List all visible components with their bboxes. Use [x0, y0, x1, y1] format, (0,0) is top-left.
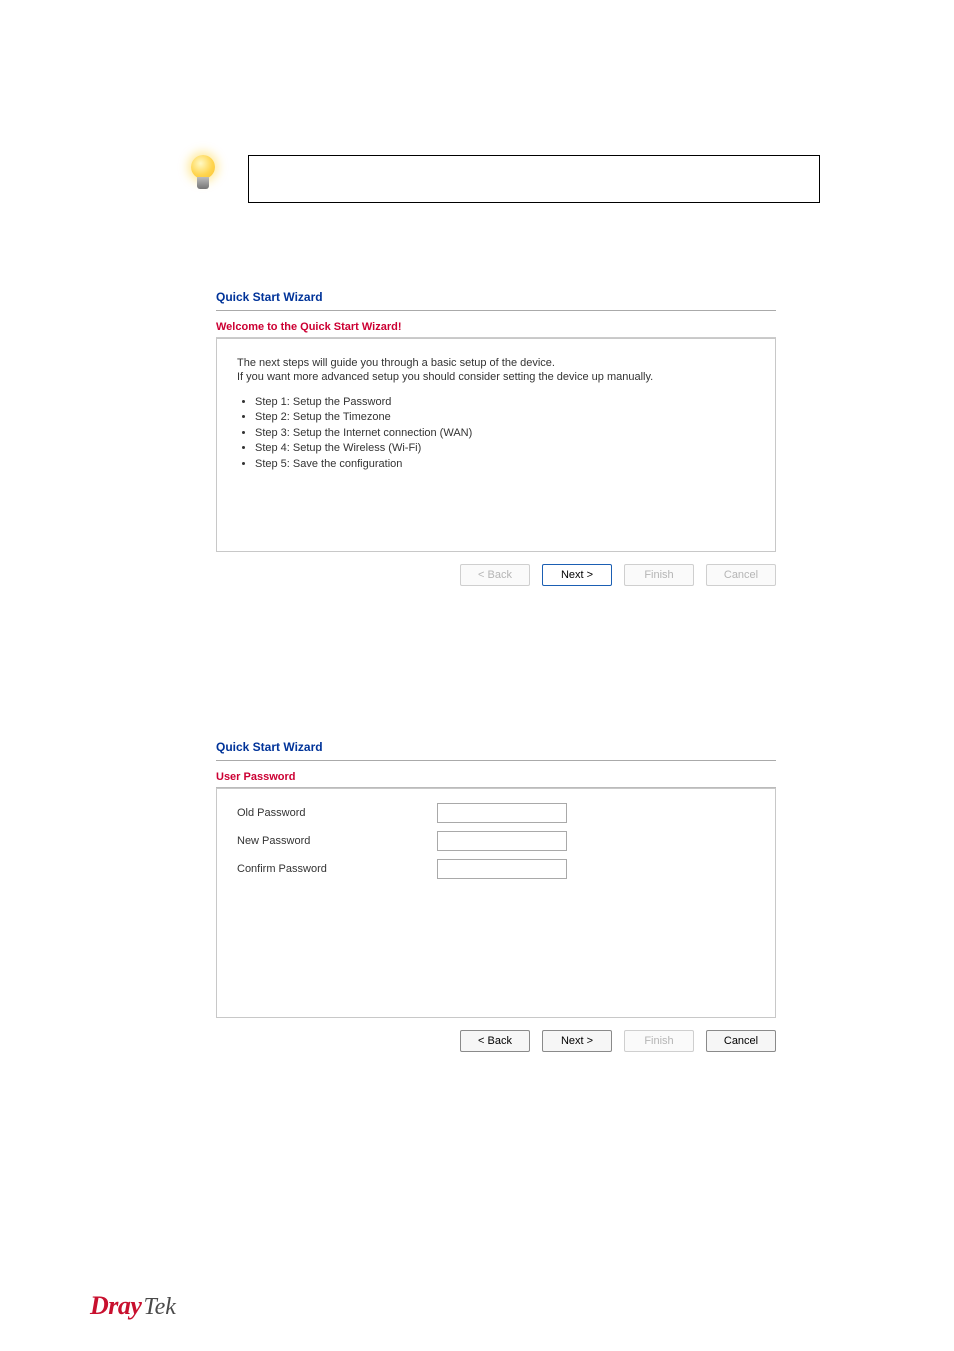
steps-list: Step 1: Setup the Password Step 2: Setup… [237, 395, 755, 472]
button-row: < Back Next > Finish Cancel [216, 1030, 776, 1052]
content-box: The next steps will guide you through a … [216, 338, 776, 552]
old-password-label: Old Password [237, 807, 437, 819]
step-item: Step 4: Setup the Wireless (Wi-Fi) [255, 441, 755, 456]
step-item: Step 3: Setup the Internet connection (W… [255, 426, 755, 441]
intro-text-1: The next steps will guide you through a … [237, 357, 755, 369]
next-button[interactable]: Next > [542, 1030, 612, 1052]
new-password-label: New Password [237, 835, 437, 847]
lightbulb-icon [188, 155, 218, 200]
content-box: Old Password New Password Confirm Passwo… [216, 788, 776, 1018]
cancel-button: Cancel [706, 564, 776, 586]
cancel-button[interactable]: Cancel [706, 1030, 776, 1052]
brand-part1: Dray [90, 1291, 141, 1321]
back-button[interactable]: < Back [460, 1030, 530, 1052]
step-item: Step 5: Save the configuration [255, 457, 755, 472]
wizard-password-panel: Quick Start Wizard User Password Old Pas… [216, 740, 776, 1052]
form-row-new-password: New Password [237, 831, 755, 851]
confirm-password-input[interactable] [437, 859, 567, 879]
button-row: < Back Next > Finish Cancel [216, 564, 776, 586]
panel-title: Quick Start Wizard [216, 740, 776, 761]
back-button: < Back [460, 564, 530, 586]
finish-button: Finish [624, 1030, 694, 1052]
intro-text-2: If you want more advanced setup you shou… [237, 371, 755, 383]
panel-subtitle: User Password [216, 771, 776, 788]
step-item: Step 1: Setup the Password [255, 395, 755, 410]
form-row-old-password: Old Password [237, 803, 755, 823]
new-password-input[interactable] [437, 831, 567, 851]
brand-logo: Dray Tek [90, 1291, 176, 1321]
hint-row [188, 155, 820, 203]
finish-button: Finish [624, 564, 694, 586]
next-button[interactable]: Next > [542, 564, 612, 586]
brand-part2: Tek [143, 1294, 175, 1321]
panel-subtitle: Welcome to the Quick Start Wizard! [216, 321, 776, 338]
step-item: Step 2: Setup the Timezone [255, 410, 755, 425]
hint-box [248, 155, 820, 203]
panel-title: Quick Start Wizard [216, 290, 776, 311]
old-password-input[interactable] [437, 803, 567, 823]
form-row-confirm-password: Confirm Password [237, 859, 755, 879]
wizard-welcome-panel: Quick Start Wizard Welcome to the Quick … [216, 290, 776, 586]
confirm-password-label: Confirm Password [237, 863, 437, 875]
